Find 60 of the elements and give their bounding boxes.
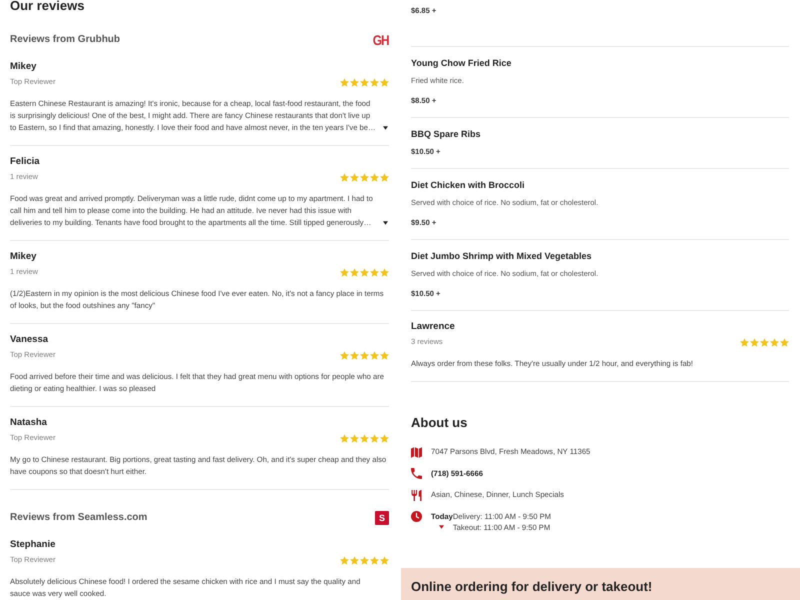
star-icon (380, 350, 389, 360)
star-icon (340, 172, 349, 182)
source-heading: Reviews from Seamless.com (10, 512, 148, 524)
star-icon (380, 434, 389, 442)
star-icon (340, 350, 349, 360)
star-icon (340, 268, 349, 276)
star-icon (370, 78, 379, 86)
star-icon (350, 434, 359, 442)
star-icon (380, 556, 389, 564)
star-icon (340, 434, 349, 442)
star-icon (770, 338, 779, 346)
star-icon (350, 268, 359, 276)
menu-item-name: Diet Chicken with Broccoli (411, 179, 526, 191)
caret-icon[interactable] (383, 126, 388, 130)
reviewer-name: Vanessa (10, 334, 50, 346)
clock-icon (411, 510, 422, 522)
star-icon (760, 338, 769, 346)
phone-icon (411, 468, 422, 479)
star-icon (350, 556, 359, 564)
caret-icon[interactable] (439, 525, 444, 529)
caret-icon[interactable] (383, 221, 388, 225)
reviewer-name: Stephanie (10, 539, 56, 551)
menu-item-name: BBQ Spare Ribs (411, 128, 482, 140)
menu-item-name: Young Chow Fried Rice (411, 57, 512, 69)
menu-item-name: Diet Jumbo Shrimp with Mixed Vegetables (411, 250, 593, 262)
fork-knife-icon (411, 490, 422, 500)
reviewer-name: Mikey (10, 251, 38, 263)
source-logo: GH (373, 33, 389, 47)
star-icon (350, 78, 359, 86)
section-title: Our reviews (10, 0, 86, 12)
reviewer-name: Mikey (10, 61, 38, 73)
star-icon (780, 338, 789, 346)
reviewer-name: Natasha (10, 417, 48, 429)
reviewer-name: Felicia (10, 156, 41, 168)
star-icon (360, 172, 369, 182)
star-icon (370, 172, 379, 182)
star-icon (340, 556, 349, 564)
star-icon (370, 434, 379, 442)
star-icon (370, 350, 379, 360)
source-badge: S (375, 511, 389, 525)
star-icon (360, 268, 369, 276)
star-icon (360, 78, 369, 86)
map-icon (411, 446, 422, 458)
star-icon (380, 172, 389, 182)
star-icon (360, 350, 369, 360)
star-icon (750, 338, 759, 346)
star-icon (380, 268, 389, 276)
source-heading: Reviews from Grubhub (10, 34, 120, 46)
star-icon (740, 338, 749, 346)
star-icon (360, 556, 369, 564)
banner-title: Online ordering for delivery or takeout! (411, 579, 654, 595)
star-icon (340, 78, 349, 86)
star-icon (380, 78, 389, 86)
star-icon (360, 434, 369, 442)
star-icon (350, 172, 359, 182)
reviewer-name: Lawrence (411, 321, 456, 333)
star-icon (370, 268, 379, 276)
star-icon (350, 350, 359, 360)
section-title: About us (411, 415, 468, 431)
star-icon (370, 556, 379, 564)
